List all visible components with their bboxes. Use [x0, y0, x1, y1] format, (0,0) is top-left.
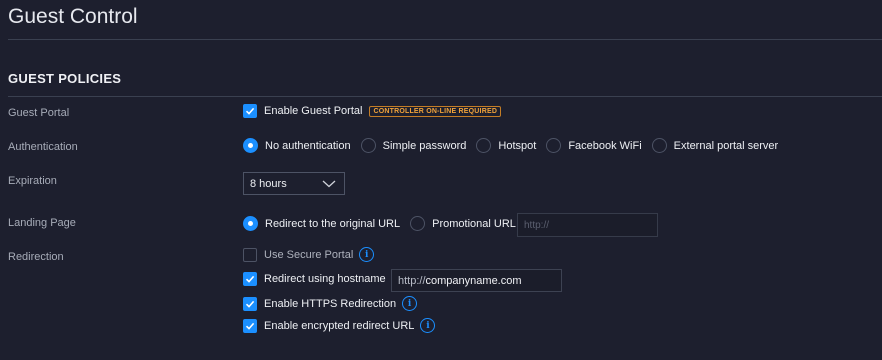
- enable-https-redirection-label: Enable HTTPS Redirection: [264, 297, 397, 310]
- divider: [8, 39, 882, 40]
- radio-selected-icon: [243, 216, 258, 231]
- redirect-using-hostname-checkbox[interactable]: Redirect using hostname: [243, 272, 386, 286]
- radio-promotional-url[interactable]: Promotional URL: [410, 216, 516, 231]
- radio-selected-icon: [243, 138, 258, 153]
- radio-unselected-icon: [410, 216, 426, 231]
- enable-https-redirection-checkbox[interactable]: Enable HTTPS Redirection i: [243, 296, 418, 311]
- hostname-prefix: http://: [398, 274, 426, 287]
- radio-redirect-original-url[interactable]: Redirect to the original URL: [243, 216, 400, 231]
- redirect-using-hostname-label: Redirect using hostname: [264, 273, 386, 285]
- enable-guest-portal-checkbox[interactable]: Enable Guest Portal CONTROLLER ON-LINE R…: [243, 104, 502, 118]
- info-icon[interactable]: i: [402, 296, 418, 311]
- expiration-select[interactable]: 8 hours: [243, 172, 345, 195]
- radio-label: External portal server: [673, 139, 779, 152]
- promotional-url-placeholder: http://: [524, 219, 550, 231]
- enable-guest-portal-label: Enable Guest Portal: [264, 105, 363, 117]
- radio-label: Hotspot: [498, 139, 537, 152]
- radio-label: No authentication: [265, 139, 351, 152]
- landing-page-radio-group: Redirect to the original URL Promotional…: [243, 216, 526, 231]
- radio-label: Promotional URL: [432, 217, 516, 230]
- info-icon[interactable]: i: [359, 247, 375, 262]
- radio-facebook-wifi[interactable]: Facebook WiFi: [546, 138, 642, 153]
- checkbox-checked-icon: [243, 272, 257, 286]
- checkbox-checked-icon: [243, 296, 257, 311]
- redirection-label: Redirection: [8, 251, 64, 263]
- checkbox-checked-icon: [243, 104, 257, 118]
- expiration-value: 8 hours: [250, 177, 287, 190]
- chevron-down-icon: [322, 180, 336, 187]
- radio-label: Facebook WiFi: [568, 139, 642, 152]
- radio-label: Simple password: [382, 139, 467, 152]
- controller-online-badge: CONTROLLER ON-LINE REQUIRED: [369, 105, 502, 117]
- radio-unselected-icon: [651, 138, 667, 153]
- landing-page-label: Landing Page: [8, 217, 76, 229]
- page-title: Guest Control: [8, 5, 138, 28]
- enable-encrypted-redirect-checkbox[interactable]: Enable encrypted redirect URL i: [243, 318, 436, 333]
- expiration-label: Expiration: [8, 175, 57, 187]
- section-title: GUEST POLICIES: [8, 71, 122, 86]
- radio-external-portal-server[interactable]: External portal server: [651, 138, 779, 153]
- divider: [8, 96, 882, 97]
- radio-hotspot[interactable]: Hotspot: [476, 138, 536, 153]
- radio-label: Redirect to the original URL: [265, 217, 401, 230]
- use-secure-portal-label: Use Secure Portal: [264, 248, 354, 261]
- checkbox-unchecked-icon: [243, 247, 257, 262]
- radio-simple-password[interactable]: Simple password: [360, 138, 467, 153]
- authentication-label: Authentication: [8, 141, 78, 153]
- checkbox-checked-icon: [243, 318, 257, 333]
- use-secure-portal-checkbox[interactable]: Use Secure Portal i: [243, 247, 375, 262]
- hostname-value: companyname.com: [425, 274, 522, 287]
- info-icon[interactable]: i: [420, 318, 436, 333]
- radio-unselected-icon: [360, 138, 376, 153]
- guest-portal-label: Guest Portal: [8, 107, 70, 119]
- authentication-radio-group: No authentication Simple password Hotspo…: [243, 138, 788, 153]
- enable-encrypted-redirect-label: Enable encrypted redirect URL: [264, 319, 415, 332]
- radio-no-authentication[interactable]: No authentication: [243, 138, 351, 153]
- radio-unselected-icon: [476, 138, 492, 153]
- promotional-url-input[interactable]: http://: [517, 213, 658, 237]
- radio-unselected-icon: [546, 138, 562, 153]
- hostname-input[interactable]: http://companyname.com: [391, 269, 562, 292]
